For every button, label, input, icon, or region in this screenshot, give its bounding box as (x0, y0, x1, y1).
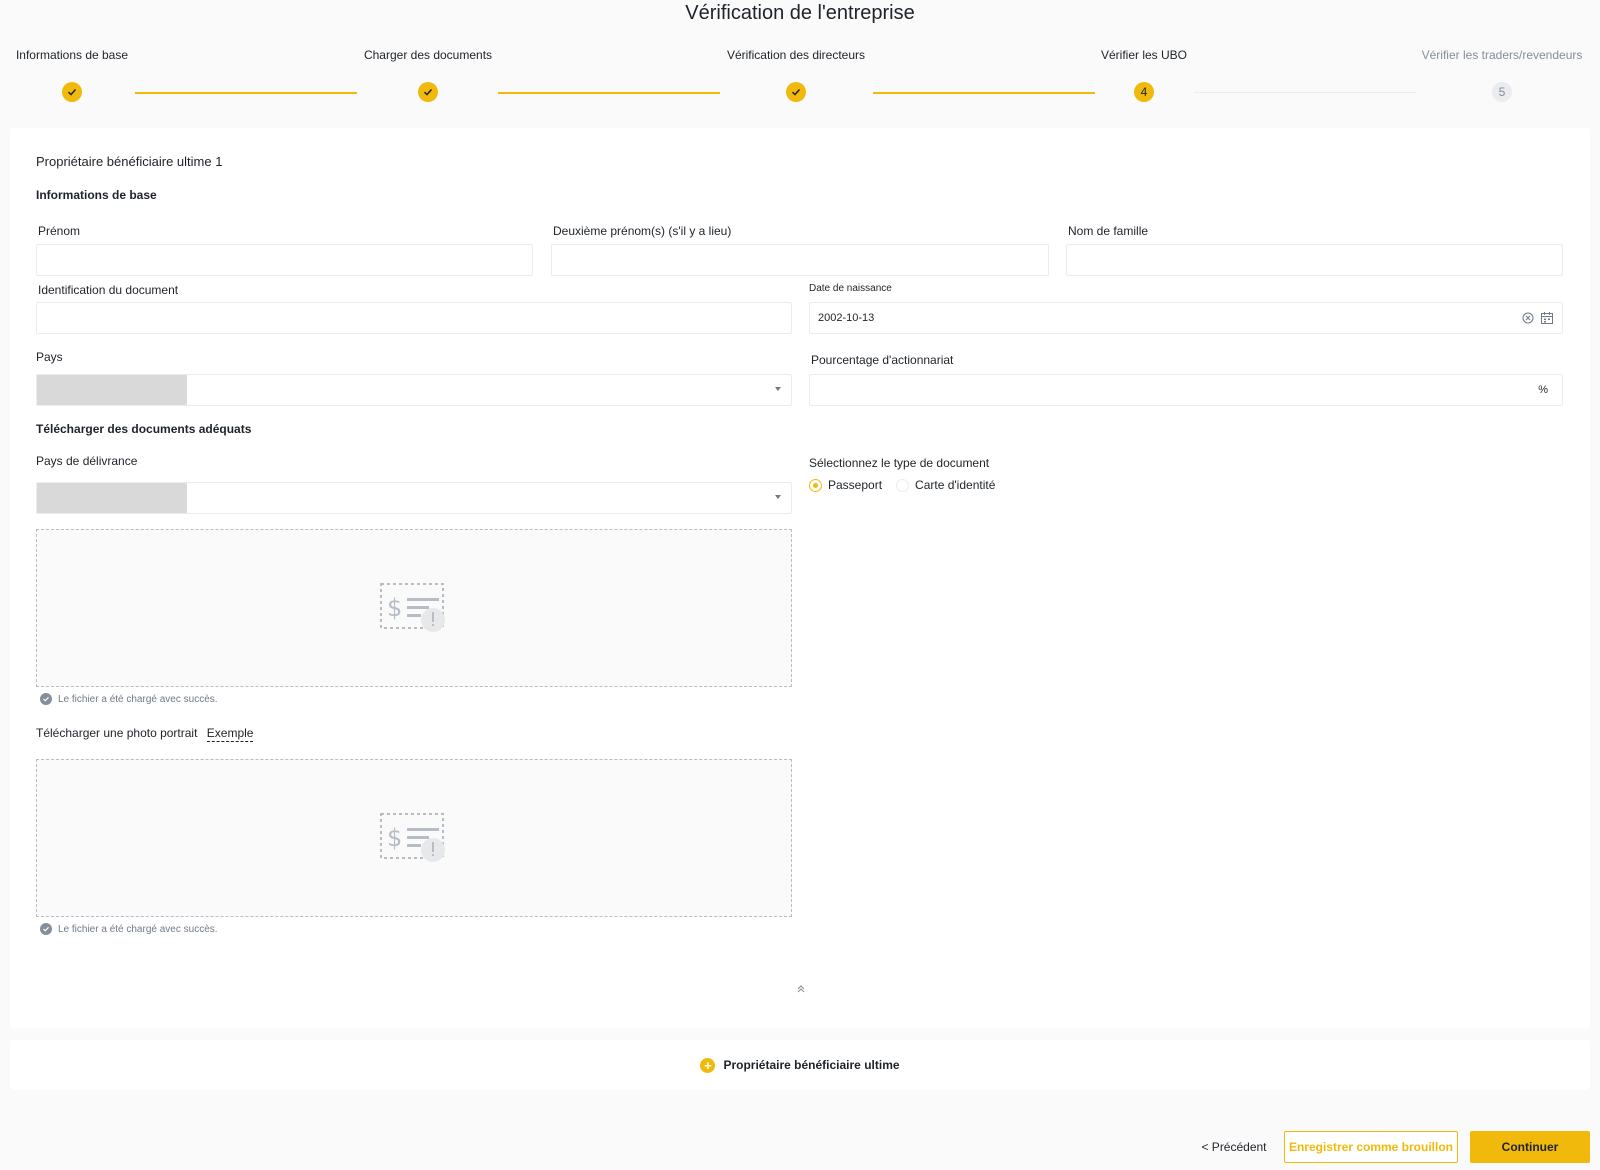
example-link[interactable]: Exemple (206, 726, 254, 742)
plus-icon: + (700, 1057, 716, 1073)
step-connector-2 (498, 92, 720, 94)
country-label: Pays (36, 350, 63, 364)
percent-suffix: % (1538, 384, 1548, 396)
ubo-form-card: Propriétaire bénéficiaire ultime 1 Infor… (10, 128, 1590, 1028)
ownership-input[interactable]: % (809, 374, 1563, 406)
country-select[interactable] (36, 374, 792, 406)
step-5-number: 5 (1492, 82, 1512, 102)
success-check-icon (40, 693, 52, 705)
form-title: Propriétaire bénéficiaire ultime 1 (36, 154, 223, 169)
step-2-check-icon (418, 82, 438, 102)
step-connector-4 (1194, 92, 1416, 93)
radio-passport-dot (809, 478, 822, 492)
chevron-down-icon (775, 387, 781, 391)
radio-id-card[interactable]: Carte d'identité (896, 478, 995, 492)
calendar-icon[interactable] (1540, 311, 1554, 325)
birth-date-label: Date de naissance (809, 283, 892, 294)
stepper: Informations de base Charger des documen… (0, 48, 1600, 108)
portrait-label-text: Télécharger une photo portrait (36, 726, 198, 740)
step-4-label: Vérifier les UBO (1100, 48, 1188, 62)
document-placeholder-icon: $ (380, 813, 445, 862)
last-name-input[interactable] (1066, 244, 1563, 276)
document-placeholder-icon: $ (380, 583, 445, 632)
document-upload-dropzone[interactable]: $ (36, 529, 792, 687)
issuing-country-select[interactable] (36, 482, 792, 514)
add-owner-button[interactable]: + Propriétaire bénéficiaire ultime (10, 1040, 1590, 1090)
success-check-icon (40, 923, 52, 935)
add-owner-label: Propriétaire bénéficiaire ultime (723, 1058, 900, 1072)
radio-passport[interactable]: Passeport (809, 478, 882, 492)
first-name-label: Prénom (38, 224, 81, 238)
issuing-country-label: Pays de délivrance (36, 454, 138, 468)
radio-passport-label: Passeport (828, 478, 883, 492)
upload-success-message-2: Le fichier a été chargé avec succès. (40, 923, 218, 935)
step-5-label: Vérifier les traders/revendeurs (1421, 48, 1583, 62)
svg-text:$: $ (387, 594, 402, 622)
step-3-check-icon (786, 82, 806, 102)
step-1-check-icon (62, 82, 82, 102)
chevron-down-icon (775, 495, 781, 499)
middle-name-label: Deuxième prénom(s) (s'il y a lieu) (553, 224, 732, 238)
doc-type-radio-group: Passeport Carte d'identité (809, 478, 995, 492)
clear-icon[interactable] (1522, 312, 1534, 324)
radio-id-card-dot (896, 478, 910, 492)
step-4-number: 4 (1134, 82, 1154, 102)
first-name-input[interactable] (36, 244, 533, 276)
portrait-upload-label: Télécharger une photo portrait Exemple (36, 726, 254, 742)
document-id-input[interactable] (36, 302, 792, 334)
basic-info-title: Informations de base (36, 188, 157, 202)
svg-text:$: $ (387, 824, 402, 852)
step-1-label: Informations de base (15, 48, 129, 62)
save-draft-button[interactable]: Enregistrer comme brouillon (1284, 1131, 1458, 1163)
upload-success-message: Le fichier a été chargé avec succès. (40, 693, 218, 705)
doc-type-label: Sélectionnez le type de document (809, 456, 990, 470)
step-2-label: Charger des documents (363, 48, 493, 62)
ownership-label: Pourcentage d'actionnariat (811, 353, 954, 367)
document-id-label: Identification du document (38, 283, 179, 297)
last-name-label: Nom de famille (1068, 224, 1149, 238)
step-connector-1 (135, 92, 357, 94)
step-connector-3 (873, 92, 1095, 94)
page-title: Vérification de l'entreprise (685, 2, 915, 24)
portrait-upload-dropzone[interactable]: $ (36, 759, 792, 917)
issuing-country-value-redacted (37, 483, 187, 513)
continue-button[interactable]: Continuer (1470, 1131, 1590, 1163)
country-value-redacted (37, 375, 187, 405)
radio-id-card-label: Carte d'identité (915, 478, 996, 492)
upload-section-title: Télécharger des documents adéquats (36, 422, 252, 436)
birth-date-input[interactable]: 2002-10-13 (809, 302, 1563, 334)
upload-success-text: Le fichier a été chargé avec succès. (58, 693, 218, 705)
middle-name-input[interactable] (551, 244, 1049, 276)
upload-success-text-2: Le fichier a été chargé avec succès. (58, 923, 218, 935)
previous-button[interactable]: < Précédent (1196, 1131, 1272, 1163)
birth-date-value: 2002-10-13 (818, 312, 875, 324)
collapse-icon[interactable] (796, 984, 806, 997)
step-3-label: Vérification des directeurs (726, 48, 866, 62)
